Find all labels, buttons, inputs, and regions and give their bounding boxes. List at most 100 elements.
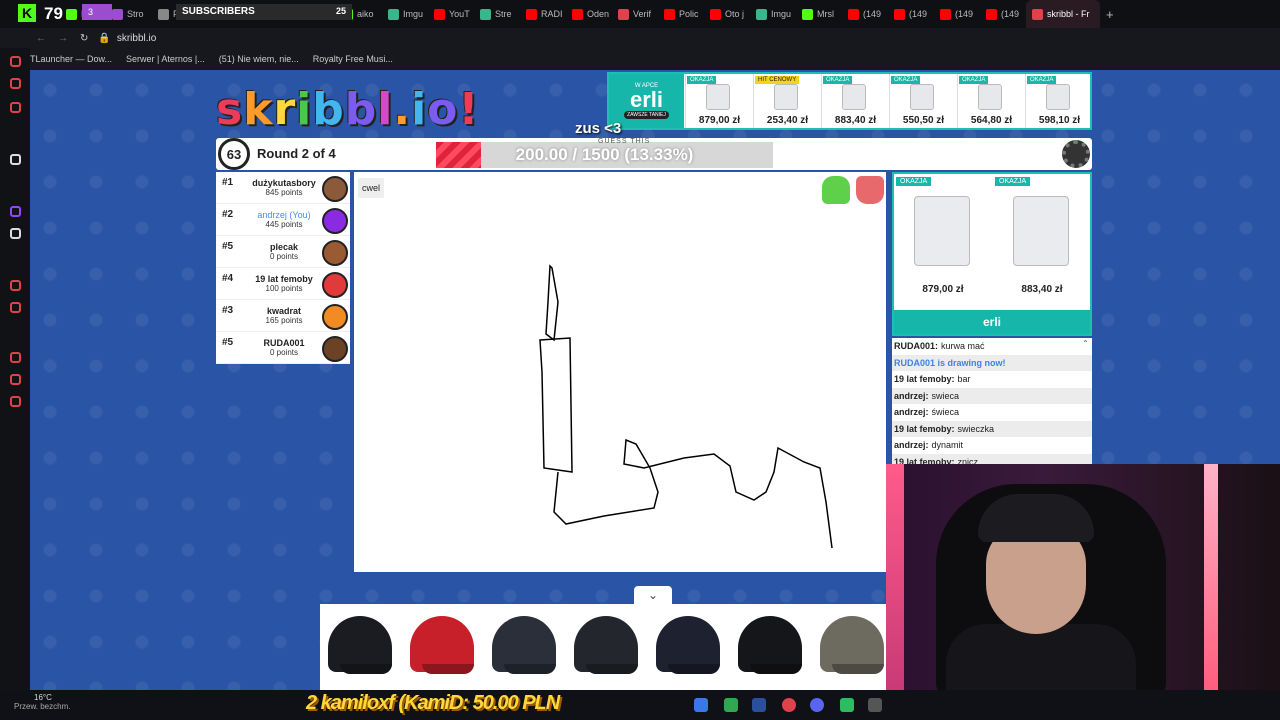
messenger-icon[interactable] [10, 56, 21, 67]
forward-icon[interactable]: → [58, 33, 68, 44]
tab-favicon-icon [526, 8, 537, 20]
browser-tab[interactable]: (149 [842, 0, 888, 28]
player-name: kwadrat [266, 306, 301, 316]
explorer-icon[interactable] [694, 698, 708, 712]
cap-brim [422, 664, 474, 674]
player-name: plecak [269, 242, 299, 252]
erli-strip[interactable]: erli [894, 310, 1090, 334]
bookmark-item[interactable]: Serwer | Aternos |... [126, 54, 205, 64]
back-icon[interactable]: ← [36, 33, 46, 44]
cap-product[interactable] [402, 604, 482, 690]
bookmark-item[interactable]: Royalty Free Musi... [313, 54, 393, 64]
browser-tab[interactable]: (149 [888, 0, 934, 28]
browser-tab[interactable]: Verif [612, 0, 658, 28]
ad-product[interactable]: OKAZJA 879,00 zł [894, 174, 992, 298]
ad-tag: OKAZJA [1027, 76, 1057, 84]
ad-product[interactable]: OKAZJA 550,50 zł [889, 74, 956, 128]
ad-product[interactable]: OKAZJA 564,80 zł [957, 74, 1024, 128]
instagram-icon[interactable] [10, 78, 21, 89]
player-row[interactable]: #5 plecak 0 points [216, 236, 350, 268]
bookmark-item[interactable]: TLauncher — Dow... [30, 54, 112, 64]
player-row[interactable]: #4 19 lat femoby 100 points [216, 268, 350, 300]
round-timer: 63 [218, 138, 250, 170]
player-row[interactable]: #3 kwadrat 165 points [216, 300, 350, 332]
browser-tab[interactable]: (149 [980, 0, 1026, 28]
browser-tab[interactable]: RADI [520, 0, 566, 28]
weather-widget[interactable]: 16°C Przew. bezchm. [14, 693, 70, 711]
player-row[interactable]: #5 RUDA001 0 points [216, 332, 350, 364]
browser-tab[interactable]: Polic [658, 0, 704, 28]
like-icon[interactable] [822, 176, 850, 204]
new-tab-button[interactable]: + [1100, 0, 1120, 28]
browser-tab[interactable]: Imgu [750, 0, 796, 28]
top-banner-ad[interactable]: W APCE erli ZAWSZE TANIEJ OKAZJA 879,00 z… [607, 72, 1092, 130]
wallet-icon[interactable] [10, 302, 21, 313]
side-banner-ad[interactable]: erli OKAZJA 879,00 zł OKAZJA 883,40 zł [892, 172, 1092, 336]
paint-bucket-image [1013, 196, 1069, 266]
settings-icon[interactable] [10, 396, 21, 407]
ad-price: 883,40 zł [1021, 284, 1063, 295]
discord-icon[interactable] [810, 698, 824, 712]
cap-product[interactable] [320, 604, 400, 690]
history-icon[interactable] [10, 352, 21, 363]
collapse-ad-chevron-icon[interactable]: ⌄ [634, 586, 672, 604]
cap-product[interactable] [566, 604, 646, 690]
app-icon[interactable] [840, 698, 854, 712]
tab-favicon-icon [664, 8, 675, 20]
ad-product[interactable]: OKAZJA 883,40 zł [993, 174, 1091, 298]
ad-product[interactable]: HIT CENOWY 253,40 zł [753, 74, 820, 128]
tab-favicon-icon [434, 8, 445, 20]
player-row[interactable]: #2 andrzej (You) 445 points [216, 204, 350, 236]
browser-tab[interactable]: Imgu [382, 0, 428, 28]
settings-gear-icon[interactable] [1062, 140, 1090, 168]
browser-tab[interactable]: Stro [106, 0, 152, 28]
player-rank: #2 [222, 209, 234, 220]
donation-ticker: 2 kamiloxf (KamiD: 50.00 PLN [306, 692, 560, 714]
tab-label: Stre [495, 9, 512, 19]
twitch-icon[interactable] [10, 206, 21, 217]
browser-tab[interactable]: Oden [566, 0, 612, 28]
cap-product[interactable] [812, 604, 886, 690]
vs-icon[interactable] [752, 698, 766, 712]
opera-icon[interactable] [782, 698, 796, 712]
xbox-icon[interactable] [724, 698, 738, 712]
tiktok-icon[interactable] [10, 154, 21, 165]
player-rank: #3 [222, 305, 234, 316]
ad-tag: OKAZJA [959, 76, 989, 84]
x-icon[interactable] [10, 228, 21, 239]
caps-banner-ad[interactable] [320, 604, 886, 690]
cap-product[interactable] [484, 604, 564, 690]
ad-tag: HIT CENOWY [755, 76, 800, 84]
app-icon-2[interactable] [868, 698, 882, 712]
cap-product[interactable] [648, 604, 728, 690]
chat-text: świeca [931, 407, 960, 418]
browser-tab-active[interactable]: skribbl - Fr [1026, 0, 1100, 28]
tab-label: (149 [1001, 9, 1020, 19]
chat-scroll-up-icon[interactable]: ⌃ [1082, 339, 1089, 348]
ad-product[interactable]: OKAZJA 883,40 zł [821, 74, 888, 128]
chat-message: RUDA001 is drawing now! [892, 354, 1092, 371]
ad-product[interactable]: OKAZJA 598,10 zł [1025, 74, 1092, 128]
player-row[interactable]: #1 dużykutasbory 845 points [216, 172, 350, 204]
browser-tab[interactable]: Oto j [704, 0, 750, 28]
address-bar[interactable]: ← → ↻ 🔒 skribbl.io [0, 28, 1280, 48]
vk-icon[interactable] [10, 102, 21, 113]
player-icon[interactable] [10, 280, 21, 291]
dislike-icon[interactable] [856, 176, 884, 204]
browser-tab[interactable]: Stre [474, 0, 520, 28]
browser-tab[interactable]: Mrsl [796, 0, 842, 28]
browser-tab[interactable]: YouT [428, 0, 474, 28]
bookmark-item[interactable]: (51) Nie wiem, nie... [219, 54, 299, 64]
tab-label: (149 [909, 9, 928, 19]
paint-bucket-image [774, 84, 798, 110]
ad-product[interactable]: OKAZJA 879,00 zł [685, 74, 752, 128]
chat-message: 19 lat femoby: swieczka [892, 420, 1092, 437]
cap-product[interactable] [730, 604, 810, 690]
browser-tab[interactable]: (149 [934, 0, 980, 28]
chat-box: RUDA001: kurwa mać RUDA001 is drawing now!… [892, 338, 1092, 464]
extensions-icon[interactable] [10, 374, 21, 385]
progress-text: 200.00 / 1500 (13.33%) [515, 145, 694, 164]
url-text[interactable]: skribbl.io [117, 33, 156, 44]
reload-icon[interactable]: ↻ [80, 33, 88, 44]
drawing-canvas[interactable] [354, 172, 886, 572]
